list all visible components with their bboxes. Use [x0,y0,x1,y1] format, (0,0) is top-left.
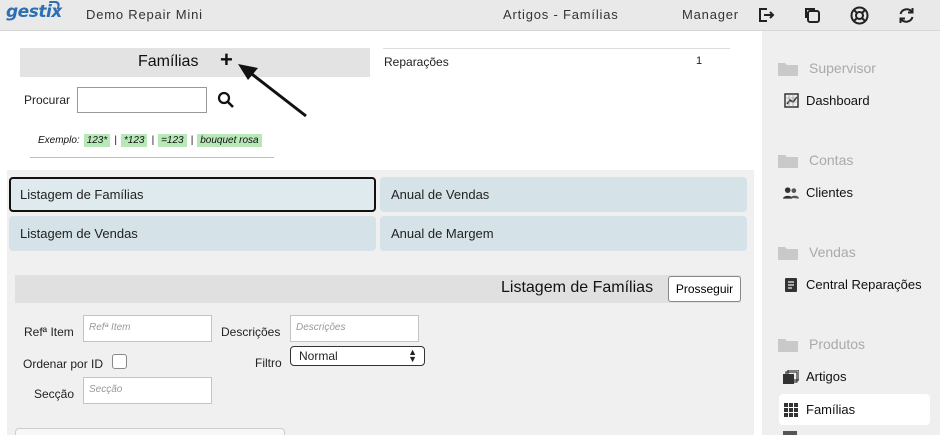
exemplo-label: Exemplo: [38,135,80,146]
sidebar-section-label: Produtos [809,336,866,352]
example-chip: 123* [83,134,111,147]
sidebar-next-item-icon [783,431,797,435]
sidebar-section-label: Vendas [809,244,856,260]
folder-icon [778,337,798,352]
descricoes-input[interactable]: Descrições [290,315,419,342]
sidebar-section-label: Supervisor [809,60,876,76]
reparacoes-count: 1 [696,55,703,67]
search-examples: Exemplo: 123* | *123 | =123 | bouquet ro… [38,134,262,147]
procurar-input[interactable] [77,87,207,113]
user-name[interactable]: Manager [682,7,739,22]
filtro-select[interactable]: Normal ▲ ▼ [290,346,425,366]
sidebar-item-clientes[interactable]: Clientes [779,177,930,208]
example-separator: | [151,135,155,146]
seccao-label: Secção [34,387,75,401]
procurar-label: Procurar [24,93,71,107]
bottom-panel [15,428,285,435]
sidebar-item-label: Dashboard [806,93,870,108]
refresh-icon[interactable] [896,5,916,25]
sidebar-section-vendas: Vendas [778,244,856,260]
example-separator: | [190,135,194,146]
sidebar: Supervisor Dashboard Contas Clientes Ven… [762,31,940,435]
grid-icon [783,402,799,418]
familias-title: Famílias [138,53,199,70]
report-anual-margem-button[interactable]: Anual de Margem [380,216,747,251]
help-lifebuoy-icon[interactable] [849,5,869,25]
descricoes-label: Descrições [221,325,281,339]
ref-item-label: Refª Item [24,325,74,339]
reparacoes-divider [383,48,730,49]
reparacoes-label[interactable]: Reparações [384,55,449,69]
select-arrows-icon: ▲ ▼ [408,347,417,364]
sidebar-item-label: Central Reparações [806,277,922,292]
ordenar-checkbox[interactable] [112,354,127,369]
sidebar-item-label: Famílias [806,402,856,417]
filtro-value: Normal [299,349,338,363]
app-name: Demo Repair Mini [86,7,203,22]
page-title: Artigos - Famílias [503,7,619,22]
folder-icon [778,153,798,168]
filtro-label: Filtro [255,356,282,370]
sidebar-item-central-reparacoes[interactable]: Central Reparações [779,269,930,300]
report-listagem-vendas-button[interactable]: Listagem de Vendas [9,216,376,251]
chart-icon [783,93,799,109]
report-anual-vendas-button[interactable]: Anual de Vendas [380,177,747,212]
add-family-button[interactable]: + [220,49,233,71]
example-separator: | [114,135,117,146]
sidebar-section-label: Contas [809,152,854,168]
sidebar-section-produtos: Produtos [778,336,865,352]
form-title: Listagem de Famílias [501,279,654,296]
folder-icon [778,245,798,260]
copy-icon[interactable] [802,5,822,25]
search-icon[interactable] [217,91,235,109]
examples-divider [30,157,274,158]
users-icon [783,185,799,201]
document-icon [783,277,799,293]
sidebar-item-familias[interactable]: Famílias [779,394,930,425]
sidebar-item-artigos[interactable]: Artigos [779,361,930,392]
ref-item-input[interactable]: Refª Item [83,315,212,342]
sidebar-section-contas: Contas [778,152,853,168]
example-chip: *123 [120,134,148,147]
top-bar: gestix Demo Repair Mini Artigos - Famíli… [0,0,940,31]
prosseguir-button[interactable]: Prosseguir [668,276,741,302]
ordenar-label: Ordenar por ID [23,357,104,371]
example-chip: bouquet rosa [197,134,262,147]
sidebar-item-dashboard[interactable]: Dashboard [779,85,930,116]
boxes-icon [783,369,799,385]
logout-icon[interactable] [756,5,776,25]
sidebar-section-supervisor: Supervisor [778,60,876,76]
sidebar-item-label: Clientes [806,185,853,200]
report-listagem-familias-button[interactable]: Listagem de Famílias [9,177,376,212]
seccao-input[interactable]: Secção [83,377,212,404]
sidebar-item-label: Artigos [806,369,847,384]
folder-icon [778,61,798,76]
example-chip: =123 [158,134,187,147]
arrow-pointer [238,64,307,118]
